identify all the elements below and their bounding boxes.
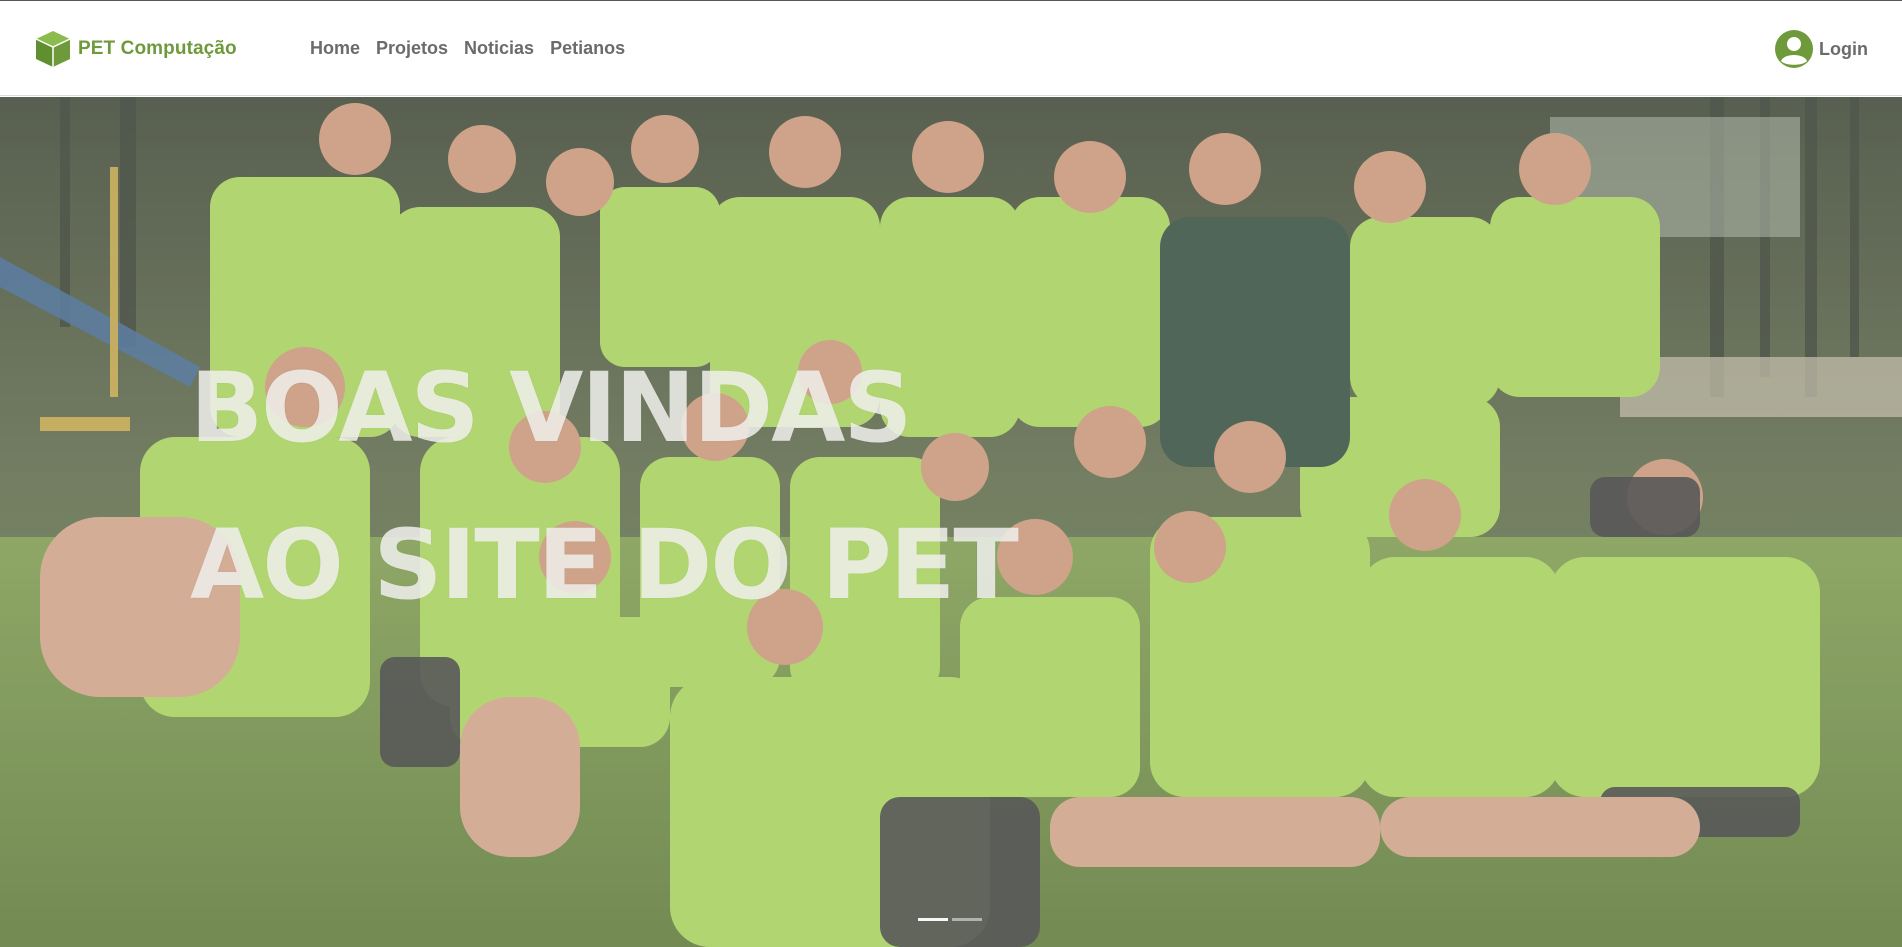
brand-name: PET Computação [78, 38, 237, 59]
carousel-indicators [918, 918, 982, 921]
hero-title-line2: AO SITE DO PET [190, 509, 1019, 621]
hero-title-line1: BOAS VINDAS [190, 352, 913, 464]
carousel-indicator-2[interactable] [952, 918, 982, 921]
main-nav: Home Projetos Noticias Petianos [310, 38, 625, 59]
brand-link[interactable]: PET Computação [34, 29, 237, 69]
navbar: PET Computação Home Projetos Noticias Pe… [0, 1, 1902, 96]
green-cube-icon [35, 31, 71, 67]
nav-petianos[interactable]: Petianos [550, 38, 625, 59]
login-button[interactable]: Login [1774, 29, 1868, 69]
hero-carousel: BOAS VINDAS AO SITE DO PET [0, 97, 1902, 947]
login-label: Login [1819, 38, 1868, 59]
nav-noticias[interactable]: Noticias [464, 38, 534, 59]
user-circle-icon [1775, 30, 1814, 68]
carousel-indicator-1[interactable] [918, 918, 948, 921]
nav-home[interactable]: Home [310, 38, 360, 59]
nav-projetos[interactable]: Projetos [376, 38, 448, 59]
